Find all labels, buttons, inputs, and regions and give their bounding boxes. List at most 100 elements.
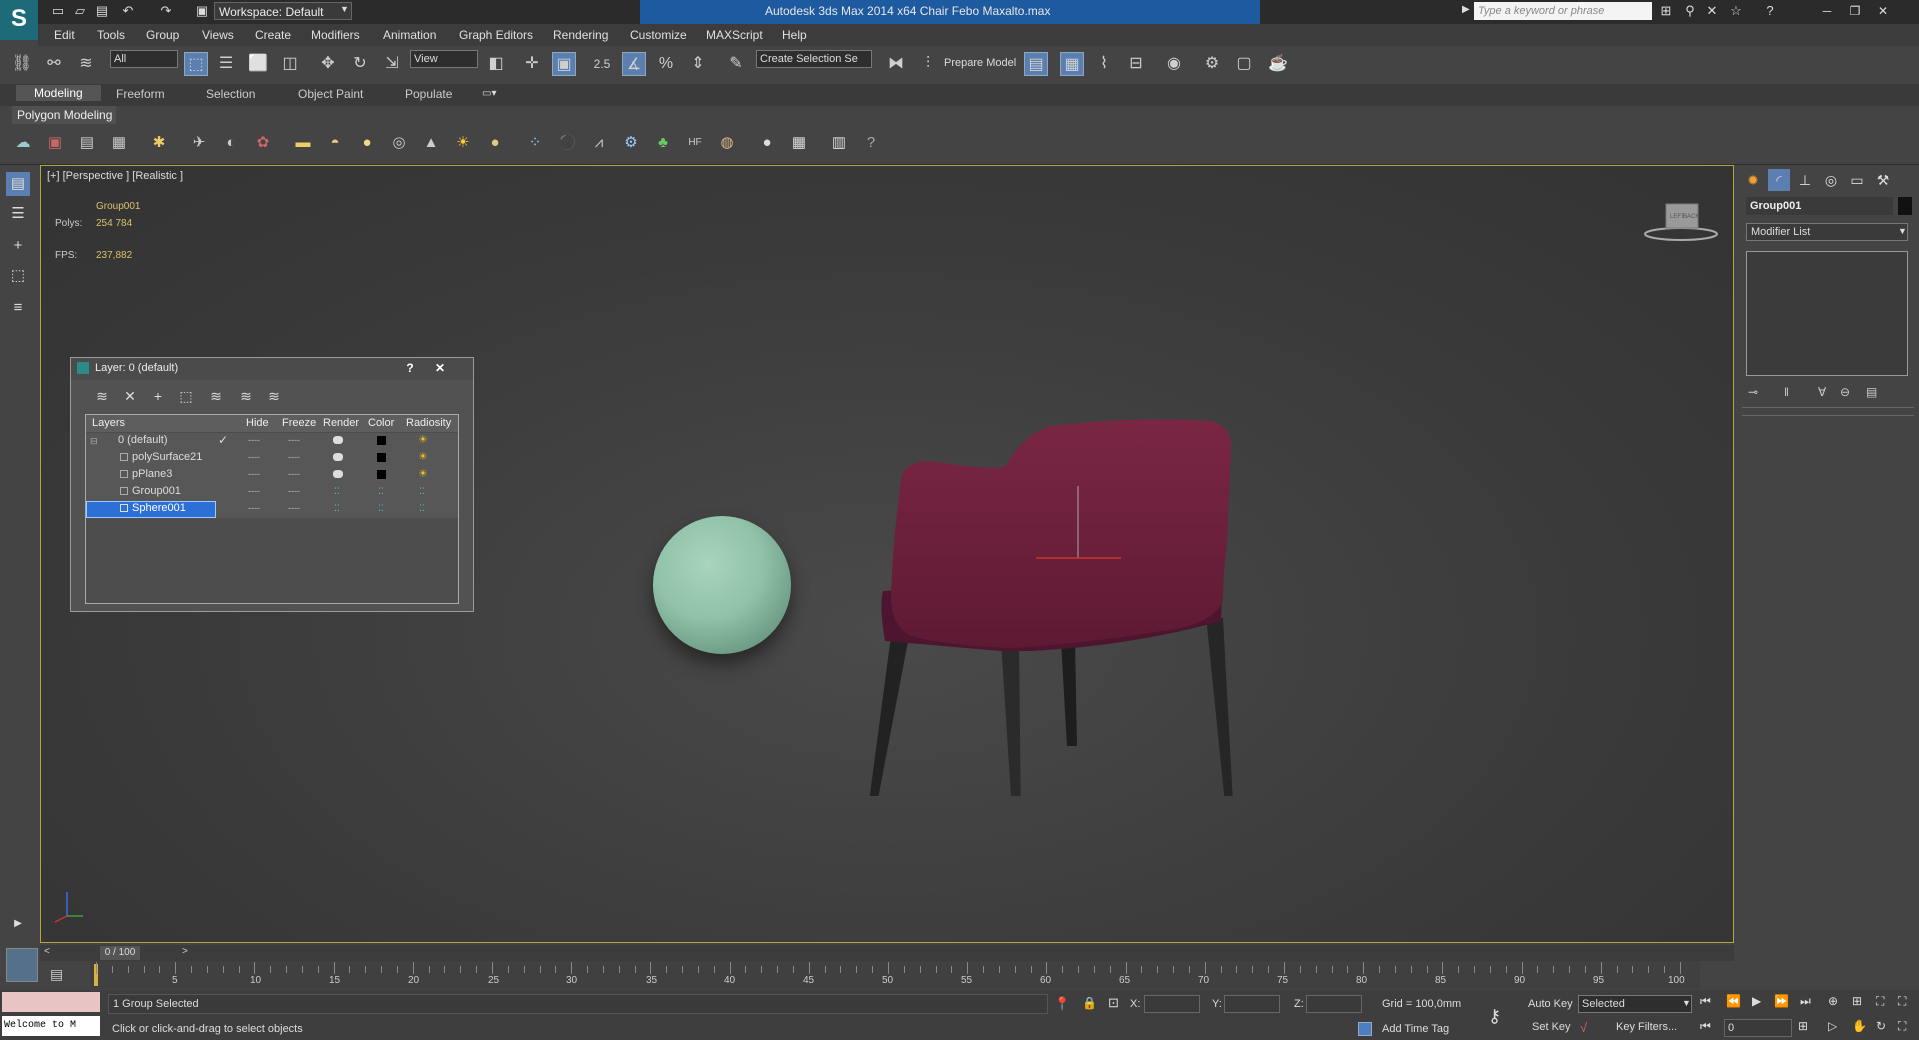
utilities-tab-icon[interactable]: ⚒: [1872, 169, 1894, 191]
render-teapot-icon[interactable]: [333, 453, 343, 461]
menu-create[interactable]: Create: [255, 28, 291, 42]
snaps-toggle-icon[interactable]: 2.5: [590, 52, 614, 76]
menu-group[interactable]: Group: [146, 28, 179, 42]
hide-toggle[interactable]: ----: [248, 452, 260, 462]
layers-stack-icon[interactable]: ☰: [6, 202, 30, 226]
layer-color-swatch[interactable]: [377, 436, 386, 445]
table-row[interactable]: ⊟ 0 (default) ✓ ---- ---- ☀: [86, 433, 458, 450]
cloth-icon[interactable]: ⩘: [588, 132, 610, 154]
toggle-ribbon-icon[interactable]: ▦: [1060, 52, 1084, 76]
select-manipulate-icon[interactable]: ✛: [520, 52, 544, 76]
binoculars-icon[interactable]: ⊞: [1658, 3, 1674, 19]
viewcube-icon[interactable]: LEFT BACK: [1641, 196, 1721, 246]
menu-maxscript[interactable]: MAXScript: [706, 28, 763, 42]
freeze-all-layers-icon[interactable]: ≋: [263, 386, 285, 406]
color-dots-icon[interactable]: ⁚⁚: [378, 486, 384, 497]
communication-icon[interactable]: ✕: [1704, 3, 1720, 19]
z-coord-field[interactable]: [1306, 995, 1362, 1013]
align-icon[interactable]: ⫶: [916, 52, 940, 76]
particles-icon[interactable]: ⁘: [524, 132, 546, 154]
camera-icon[interactable]: ✈: [188, 132, 210, 154]
maxscript-listener-top[interactable]: [2, 992, 100, 1012]
col-color[interactable]: Color: [368, 417, 394, 429]
maxscript-mini-listener[interactable]: Welcome to M: [2, 1016, 100, 1036]
menu-rendering[interactable]: Rendering: [553, 28, 608, 42]
tab-object-paint[interactable]: Object Paint: [298, 87, 363, 101]
zoom-extents-all-icon[interactable]: ⛶: [1898, 994, 1906, 1009]
time-tag-icon[interactable]: [1358, 1022, 1372, 1036]
sphere001-object[interactable]: [653, 516, 791, 654]
modifier-stack[interactable]: [1746, 251, 1908, 376]
next-key-icon[interactable]: ⏩: [1774, 994, 1789, 1008]
delete-layer-icon[interactable]: ✕: [119, 386, 141, 406]
x-coord-field[interactable]: [1144, 995, 1200, 1013]
radiosity-icon[interactable]: ☀: [418, 433, 428, 446]
color-dots-icon[interactable]: ⁚⁚: [378, 503, 384, 514]
object-name-field[interactable]: Group001: [1746, 197, 1893, 215]
previous-key-icon[interactable]: ⏪: [1726, 994, 1741, 1008]
object-color-swatch[interactable]: [1898, 197, 1912, 215]
motion-tab-icon[interactable]: ◎: [1820, 169, 1842, 191]
time-slider[interactable]: [40, 945, 1734, 961]
scale-icon[interactable]: ⇲: [380, 52, 404, 76]
set-key-key-icon[interactable]: ⚷: [1488, 1006, 1501, 1027]
render-teapot-icon[interactable]: [333, 436, 343, 444]
prev-frame-icon[interactable]: <: [44, 946, 50, 957]
zoom-all-icon[interactable]: ⊞: [1852, 994, 1862, 1008]
prepare-model-label[interactable]: Prepare Model: [944, 57, 1016, 69]
help-icon[interactable]: ?: [1762, 3, 1778, 19]
collapse-icon[interactable]: ⊟: [90, 436, 98, 447]
sun-icon[interactable]: ☀: [452, 132, 474, 154]
auto-key-button[interactable]: Auto Key: [1528, 998, 1573, 1010]
geosphere-icon[interactable]: ◎: [388, 132, 410, 154]
time-slider-thumb[interactable]: 0 / 100: [100, 946, 140, 960]
percent-snap-icon[interactable]: %: [654, 52, 678, 76]
curve-editor-icon[interactable]: ⌇: [1092, 52, 1116, 76]
sky-icon[interactable]: ●: [484, 132, 506, 154]
current-frame-field[interactable]: 0: [1724, 1019, 1792, 1037]
hide-toggle[interactable]: ----: [248, 486, 260, 496]
gear-icon[interactable]: ⚙: [620, 132, 642, 154]
bind-space-warp-icon[interactable]: ≋: [74, 52, 98, 76]
table-row[interactable]: Group001 ---- ---- ⁚⁚ ⁚⁚ ⁚⁚: [86, 484, 458, 501]
display-tab-icon[interactable]: ▭: [1846, 169, 1868, 191]
grid-icon[interactable]: ▦: [108, 132, 130, 154]
add-to-layer-icon[interactable]: +: [147, 386, 169, 406]
key-filters-button[interactable]: Key Filters...: [1616, 1021, 1677, 1033]
clipboard-icon[interactable]: ▥: [828, 132, 850, 154]
tab-populate[interactable]: Populate: [405, 87, 452, 101]
shell-icon[interactable]: ◍: [716, 132, 738, 154]
layer-name[interactable]: polySurface21: [132, 451, 202, 463]
col-radiosity[interactable]: Radiosity: [406, 417, 451, 429]
table-row[interactable]: polySurface21 ---- ---- ☀: [86, 450, 458, 467]
pan-hand-icon[interactable]: ✋: [1852, 1019, 1867, 1033]
col-hide[interactable]: Hide: [246, 417, 269, 429]
select-by-name-icon[interactable]: ☰: [214, 52, 238, 76]
expand-panel-icon[interactable]: ▶: [6, 912, 30, 936]
key-mode-toggle-icon[interactable]: ⏮: [1700, 1019, 1711, 1034]
chair-object[interactable]: [831, 396, 1251, 796]
helper-icon[interactable]: ◐: [220, 132, 242, 154]
freeze-toggle[interactable]: ----: [288, 435, 300, 445]
layer-name[interactable]: pPlane3: [132, 468, 172, 480]
layer-settings-icon[interactable]: ≡: [6, 296, 30, 320]
box-primitive-icon[interactable]: ▬: [292, 132, 314, 154]
freeze-toggle[interactable]: ----: [288, 452, 300, 462]
redo-icon[interactable]: ↷: [158, 3, 174, 19]
menu-modifiers[interactable]: Modifiers: [311, 28, 360, 42]
rotate-icon[interactable]: ↻: [348, 52, 372, 76]
hide-toggle[interactable]: ----: [248, 469, 260, 479]
hide-all-layers-icon[interactable]: ≋: [235, 386, 257, 406]
subscription-icon[interactable]: ⚲: [1682, 3, 1698, 19]
modifier-list-dropdown[interactable]: Modifier List: [1746, 223, 1908, 241]
render-dots-icon[interactable]: ⁚⁚: [334, 503, 340, 514]
time-config-icon[interactable]: ⊞: [1798, 1019, 1808, 1033]
foliage-icon[interactable]: ♣: [652, 132, 674, 154]
unlink-icon[interactable]: ⚯: [42, 52, 66, 76]
sphere-primitive-icon[interactable]: ●: [356, 132, 378, 154]
tab-selection[interactable]: Selection: [206, 87, 255, 101]
create-layer-icon[interactable]: ≋: [91, 386, 113, 406]
menu-tools[interactable]: Tools: [97, 28, 125, 42]
select-and-link-icon[interactable]: ⛓: [10, 52, 34, 76]
render-teapot-icon[interactable]: ☕: [1266, 52, 1290, 76]
